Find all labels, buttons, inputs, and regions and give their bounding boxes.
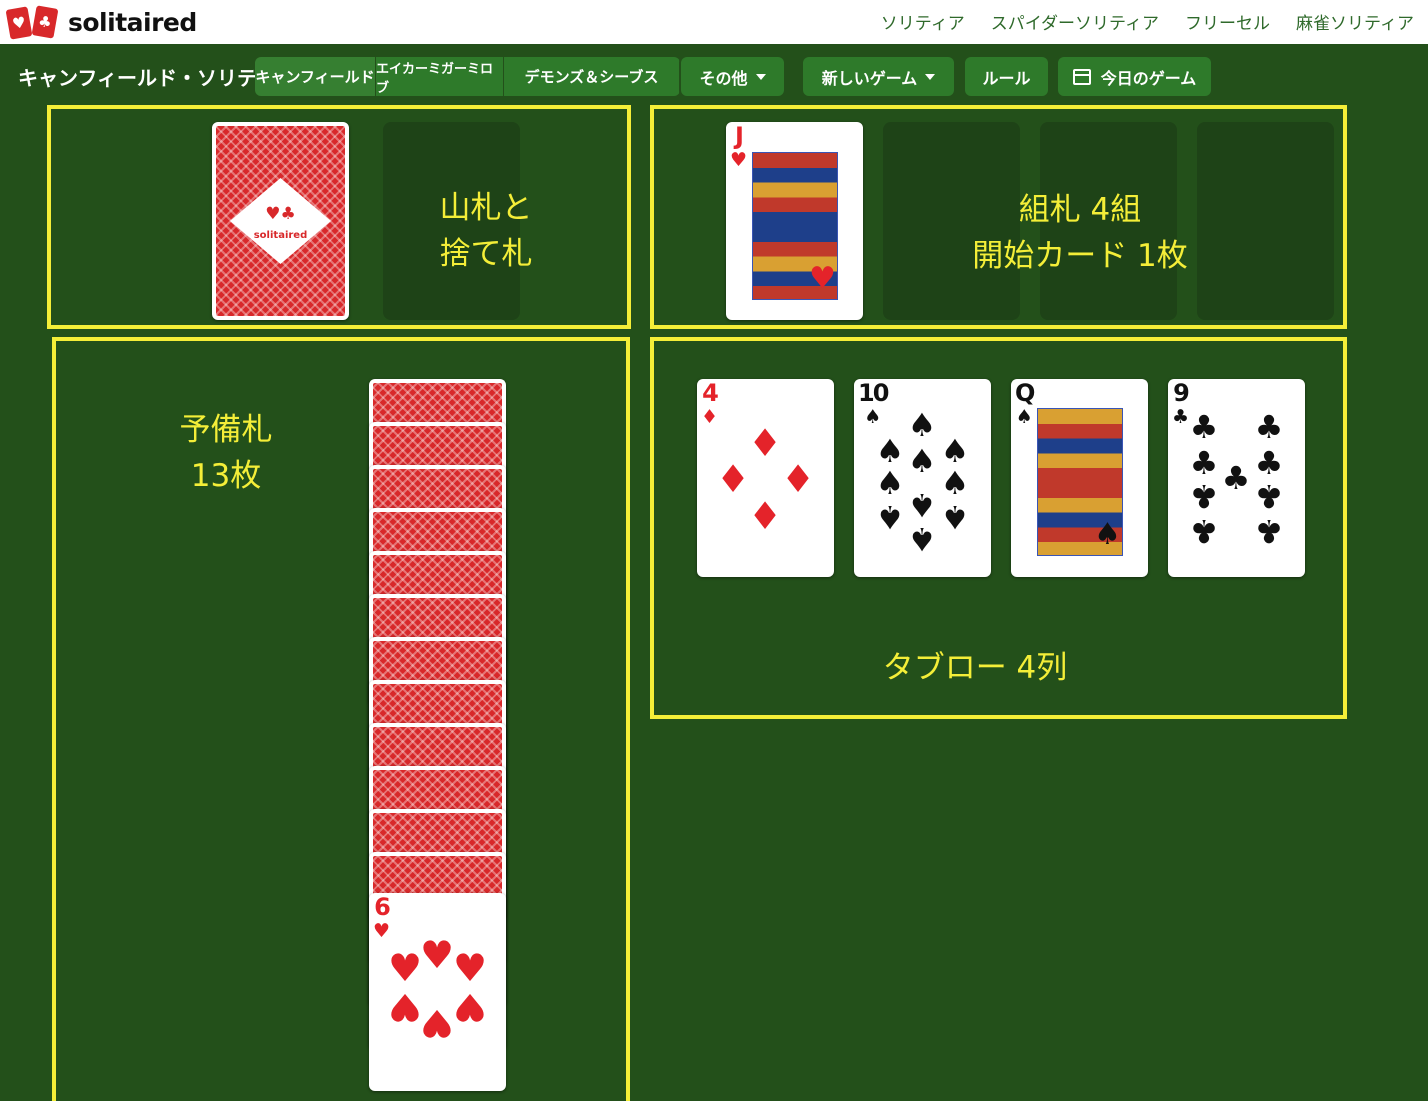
card-back-logo-text: solitaired — [253, 230, 308, 241]
club-icon: ♣ — [1254, 512, 1284, 550]
rules-label: ルール — [982, 68, 1031, 88]
reserve-zone — [52, 337, 630, 1101]
diamond-icon: ♦ — [747, 421, 783, 465]
club-icon: ♣ — [1189, 477, 1219, 515]
more-dropdown[interactable]: その他 — [681, 57, 784, 96]
club-icon: ♣ — [1221, 459, 1251, 497]
diamond-icon: ♦ — [747, 494, 783, 538]
club-icon: ♣ — [1254, 477, 1284, 515]
reserve-top-card[interactable]: 6 ♥ ♥ ♥ ♥ ♥ ♥ ♥ — [369, 893, 506, 1091]
stock-waste-label: 山札と 捨て札 — [439, 190, 533, 272]
daily-game-button[interactable]: 今日のゲーム — [1058, 57, 1211, 96]
card-index: 9 ♣ — [1172, 379, 1190, 428]
tableau-card-3[interactable]: Q ♠ ♠ — [1011, 379, 1148, 577]
nav-link-solitaire[interactable]: ソリティア — [881, 9, 965, 34]
heart-icon: ♥ — [387, 946, 423, 990]
diamond-icon: ♦ — [715, 457, 751, 501]
foundations-label: 組札 4組 開始カード 1枚 — [972, 192, 1188, 274]
foundation-card[interactable]: J ♥ ♥ — [726, 122, 863, 320]
tableau-label: タブロー 4列 — [882, 650, 1068, 686]
site-logo[interactable]: ♥ ♣ solitaired — [5, 4, 197, 40]
heart-icon: ♥ — [452, 985, 488, 1029]
queen-face-art: ♠ — [1037, 408, 1123, 556]
nav-link-spider[interactable]: スパイダーソリティア — [991, 9, 1159, 34]
foundation-slot-4[interactable] — [1197, 122, 1334, 320]
card-index: 4 ♦ — [701, 379, 719, 428]
heart-icon: ♥ — [452, 946, 488, 990]
spade-icon: ♠ — [907, 442, 937, 480]
tableau-card-1[interactable]: 4 ♦ ♦ ♦ ♦ ♦ — [697, 379, 834, 577]
heart-icon: ♥ — [809, 261, 836, 296]
club-icon: ♣ — [1189, 408, 1219, 446]
stock-pile[interactable]: ♥♣ solitaired — [212, 122, 349, 320]
variant-selector: キャンフィールド エイカーミガーミロブ デモンズ＆シーブス — [255, 57, 680, 96]
spade-icon: ♠ — [907, 486, 937, 524]
card-index: Q ♠ — [1015, 379, 1035, 428]
spade-icon: ♠ — [940, 464, 970, 502]
spade-icon: ♠ — [875, 498, 905, 536]
tableau-card-4[interactable]: 9 ♣ ♣ ♣ ♣ ♣ ♣ ♣ ♣ ♣ ♣ — [1168, 379, 1305, 577]
calendar-icon — [1072, 68, 1091, 85]
card-index: 6 ♥ — [373, 893, 391, 942]
spade-icon: ♠ — [875, 464, 905, 502]
logo-cards-icon: ♥♣ — [265, 204, 296, 224]
spade-icon: ♠ — [907, 406, 937, 444]
heart-icon: ♥ — [387, 985, 423, 1029]
club-icon: ♣ — [1189, 512, 1219, 550]
variant-tab-agnes[interactable]: エイカーミガーミロブ — [376, 57, 504, 96]
top-header: ♥ ♣ solitaired ソリティア スパイダーソリティア フリーセル 麻雀… — [0, 0, 1428, 44]
diamond-icon: ♦ — [780, 457, 816, 501]
new-game-label: 新しいゲーム — [821, 68, 918, 88]
rules-button[interactable]: ルール — [965, 57, 1048, 96]
club-icon: ♣ — [1254, 408, 1284, 446]
chevron-down-icon — [755, 73, 766, 80]
more-label: その他 — [699, 68, 748, 88]
chevron-down-icon — [925, 73, 936, 80]
new-game-button[interactable]: 新しいゲーム — [803, 57, 954, 96]
logo-cards-icon: ♥ ♣ — [5, 5, 62, 40]
spade-icon: ♠ — [1094, 517, 1121, 552]
logo-text: solitaired — [68, 7, 197, 37]
variant-tab-demons-thieves[interactable]: デモンズ＆シーブス — [504, 57, 680, 96]
heart-icon: ♥ — [419, 933, 455, 977]
heart-icon: ♥ — [419, 1001, 455, 1045]
spade-icon: ♠ — [940, 498, 970, 536]
card-index: 10 ♠ — [858, 379, 889, 428]
nav-link-mahjong[interactable]: 麻雀ソリティア — [1296, 9, 1414, 34]
nav-link-freecell[interactable]: フリーセル — [1185, 9, 1270, 34]
tableau-card-2[interactable]: 10 ♠ ♠ ♠ ♠ ♠ ♠ ♠ ♠ ♠ ♠ ♠ — [854, 379, 991, 577]
card-index: J ♥ — [730, 122, 748, 171]
variant-tab-canfield[interactable]: キャンフィールド — [255, 57, 376, 96]
jack-face-art: ♥ — [752, 152, 838, 300]
top-nav: ソリティア スパイダーソリティア フリーセル 麻雀ソリティア — [881, 9, 1414, 34]
reserve-label: 予備札 13枚 — [179, 412, 273, 494]
daily-game-label: 今日のゲーム — [1100, 68, 1197, 88]
spade-icon: ♠ — [907, 520, 937, 558]
